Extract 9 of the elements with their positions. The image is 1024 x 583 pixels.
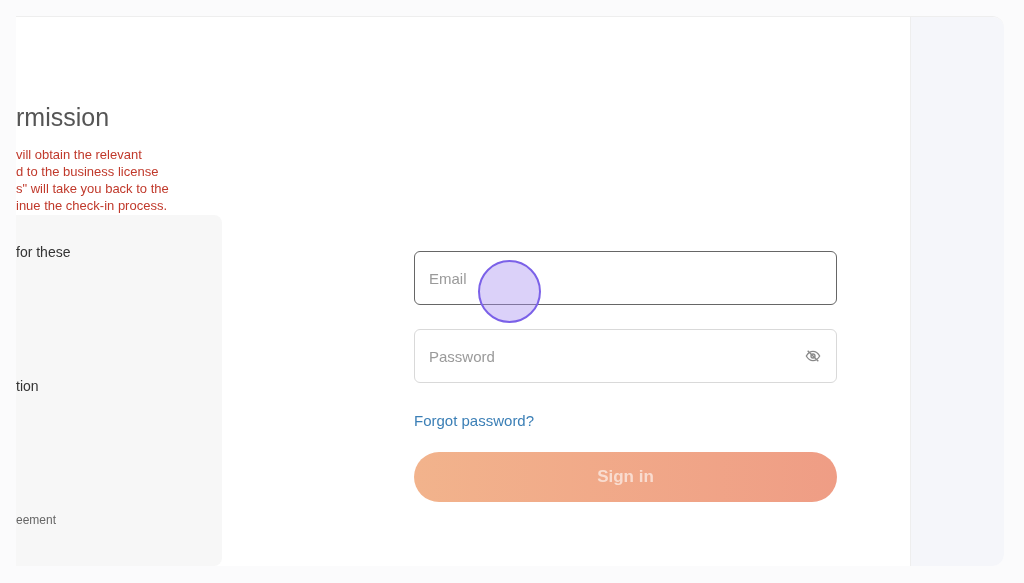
password-field[interactable]: Password bbox=[414, 329, 837, 383]
card-text: for these bbox=[16, 243, 71, 262]
forgot-password-link[interactable]: Forgot password? bbox=[414, 410, 535, 433]
eye-off-icon[interactable] bbox=[805, 348, 821, 364]
notice-text: vill obtain the relevant d to the business license s" will take you back to the inue the check-in process. bbox=[16, 146, 170, 214]
email-field[interactable]: Email bbox=[414, 251, 837, 305]
card-text: eement bbox=[16, 512, 57, 529]
section-heading: rmission bbox=[16, 102, 111, 132]
card-text: tion bbox=[16, 377, 39, 396]
